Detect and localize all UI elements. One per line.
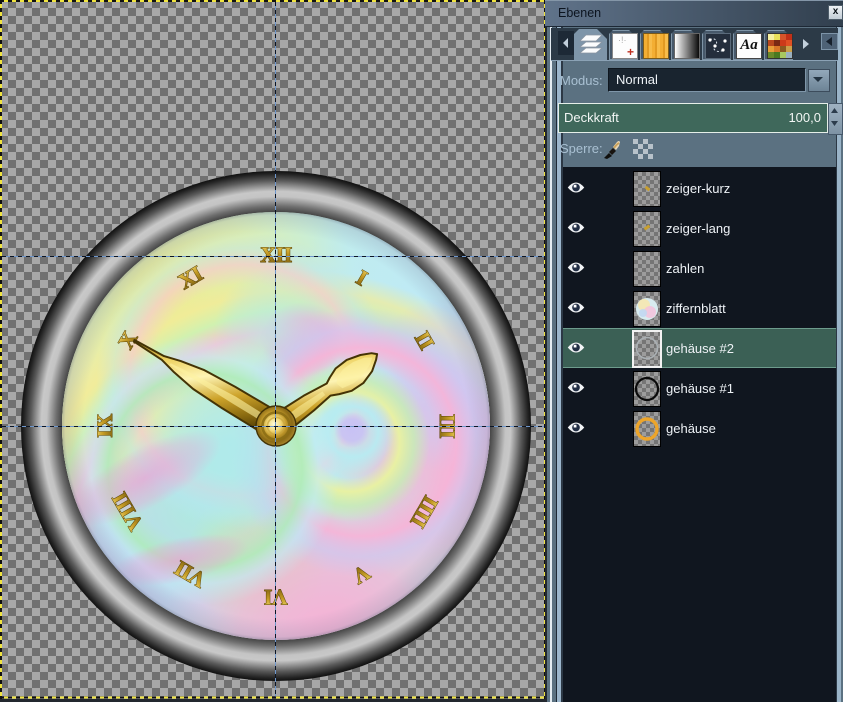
svg-text:IX: IX [92,414,117,438]
